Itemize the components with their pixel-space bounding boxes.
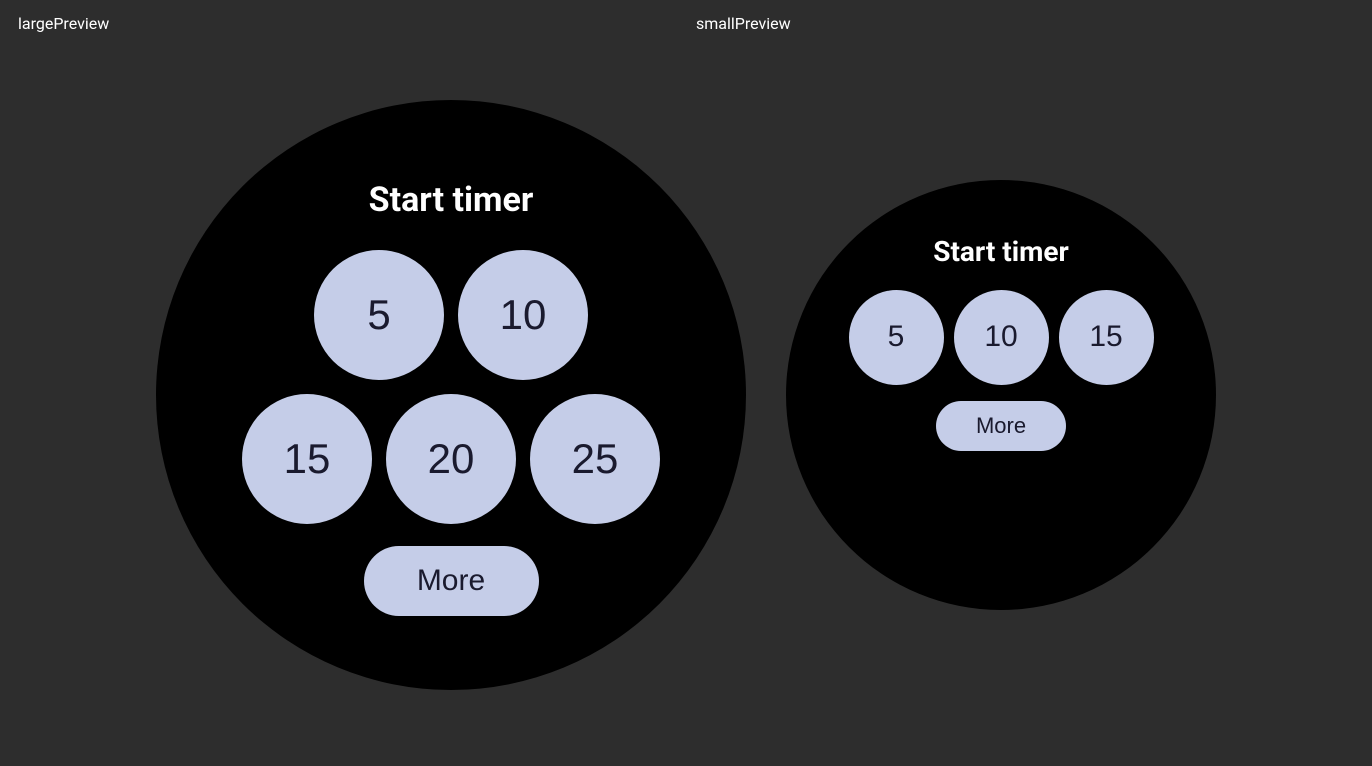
large-row-more: More — [364, 538, 539, 616]
large-more-button[interactable]: More — [364, 546, 539, 616]
small-btn-5[interactable]: 5 — [849, 290, 944, 385]
small-preview-buttons: 5 10 15 More — [849, 290, 1154, 451]
small-more-button[interactable]: More — [936, 401, 1066, 451]
large-btn-20[interactable]: 20 — [386, 394, 516, 524]
small-btn-15[interactable]: 15 — [1059, 290, 1154, 385]
large-btn-5[interactable]: 5 — [314, 250, 444, 380]
large-preview-buttons: 5 10 15 20 25 More — [242, 250, 660, 616]
small-preview-circle: Start timer 5 10 15 More — [786, 180, 1216, 610]
large-btn-25[interactable]: 25 — [530, 394, 660, 524]
large-btn-10[interactable]: 10 — [458, 250, 588, 380]
small-btn-10[interactable]: 10 — [954, 290, 1049, 385]
large-preview-label: largePreview — [18, 14, 676, 33]
large-row-2: 15 20 25 — [242, 394, 660, 524]
large-preview-title: Start timer — [369, 180, 534, 220]
large-btn-15[interactable]: 15 — [242, 394, 372, 524]
large-row-1: 5 10 — [314, 250, 588, 380]
large-preview-circle: Start timer 5 10 15 20 25 More — [156, 100, 746, 690]
small-row-1: 5 10 15 — [849, 290, 1154, 385]
small-preview-label: smallPreview — [696, 14, 1354, 33]
small-preview-title: Start timer — [933, 235, 1069, 268]
small-row-more: More — [936, 395, 1066, 451]
